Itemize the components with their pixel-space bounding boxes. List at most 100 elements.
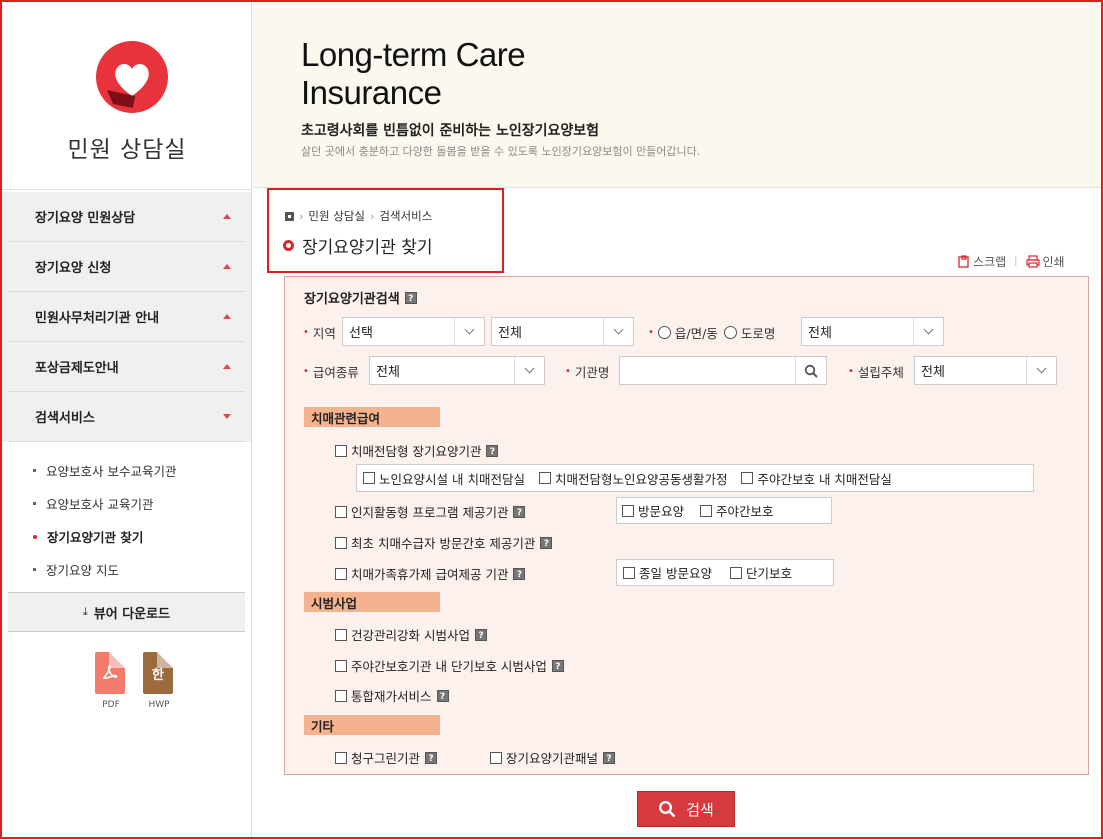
checkbox-nursing-home-dementia[interactable]: 노인요양시설 내 치매전담실 [363, 469, 525, 488]
region-label-text: 지역 [312, 326, 336, 341]
print-button[interactable]: 인쇄 [1025, 253, 1065, 270]
checkbox-box[interactable] [622, 504, 634, 517]
checkbox-first-visit-nursing[interactable]: 최초 치매수급자 방문간호 제공기관? [335, 533, 553, 552]
help-icon[interactable]: ? [551, 659, 564, 672]
banner-title-line2: Insurance [301, 74, 442, 111]
region-select-1[interactable]: 선택 [342, 317, 485, 346]
checkbox-box[interactable] [741, 472, 754, 484]
benefit-select[interactable]: 전체 [369, 356, 545, 385]
section-etc: 기타 [304, 715, 440, 735]
submenu-item-caregiver-training[interactable]: 요양보호사 보수교육기관 [8, 454, 245, 487]
checkbox-box[interactable] [335, 444, 347, 457]
chevron-down-icon [913, 318, 943, 345]
checkbox-label: 주야간보호 내 치매전담실 [757, 471, 892, 487]
pdf-label: PDF [102, 700, 120, 710]
checkbox-cognitive-program[interactable]: 인지활동형 프로그램 제공기관? [335, 502, 526, 521]
checkbox-institution-panel[interactable]: 장기요양기관패널? [490, 748, 616, 767]
checkbox-short-term-care[interactable]: 단기보호 [729, 563, 792, 582]
checkbox-box[interactable] [335, 751, 347, 764]
checkbox-label: 청구그린기관 [351, 751, 421, 766]
founder-select[interactable]: 전체 [914, 356, 1057, 385]
help-icon[interactable]: ? [540, 536, 553, 549]
checkbox-box[interactable] [363, 472, 375, 484]
institution-label-text: 기관명 [574, 365, 610, 380]
checkbox-box[interactable] [538, 472, 551, 484]
sidebar-item-reward-guide[interactable]: 포상금제도안내 [8, 342, 245, 392]
sidebar-item-ltc-consult[interactable]: 장기요양 민원상담 [8, 192, 245, 242]
sidebar-item-ltc-apply[interactable]: 장기요양 신청 [8, 242, 245, 292]
caret-up-icon [223, 314, 231, 319]
sidebar-item-label: 민원사무처리기관 안내 [35, 311, 160, 326]
checkbox-box[interactable] [335, 567, 347, 580]
help-icon[interactable]: ? [513, 505, 526, 518]
viewer-download-button[interactable]: ⤓ 뷰어 다운로드 [8, 592, 245, 632]
submenu-item-caregiver-school[interactable]: 요양보호사 교육기관 [8, 487, 245, 520]
radio-town[interactable] [657, 326, 671, 339]
home-icon[interactable] [285, 211, 294, 221]
checkbox-family-respite[interactable]: 치매가족휴가제 급여제공 기관? [335, 564, 526, 583]
checkbox-box[interactable] [729, 566, 742, 579]
help-icon[interactable]: ? [513, 567, 526, 580]
bullet-icon [33, 502, 36, 505]
checkbox-daycare-dementia[interactable]: 주야간보호 내 치매전담실 [741, 469, 892, 488]
checkbox-day-night-care[interactable]: 주야간보호 [700, 501, 774, 520]
region-select-3[interactable]: 전체 [801, 317, 944, 346]
checkbox-label: 건강관리강화 시범사업 [351, 628, 470, 643]
sidebar-item-office-guide[interactable]: 민원사무처리기관 안내 [8, 292, 245, 342]
institution-name-input[interactable] [619, 356, 827, 385]
checkbox-label: 치매전담형노인요양공동생활가정 [554, 471, 728, 487]
checkbox-group-home-dementia[interactable]: 치매전담형노인요양공동생활가정 [538, 469, 728, 488]
hwp-label: HWP [148, 700, 170, 710]
checkbox-box[interactable] [335, 659, 347, 672]
checkbox-integrated-home-service[interactable]: 통합재가서비스? [335, 686, 449, 705]
dementia-sub-options: 노인요양시설 내 치매전담실 치매전담형노인요양공동생활가정 주야간보호 내 치… [356, 464, 1034, 492]
breadcrumb-item[interactable]: 민원 상담실 [308, 208, 365, 224]
help-icon[interactable]: ? [474, 628, 487, 641]
benefit-label-text: 급여종류 [312, 365, 359, 380]
search-icon[interactable] [795, 357, 826, 384]
banner-subtitle: 초고령사회를 빈틈없이 준비하는 노인장기요양보험 [301, 123, 599, 139]
search-panel: 장기요양기관검색? • 지역 선택 전체 • 읍/면/동 도로명 전체 • 급여종류… [284, 276, 1089, 775]
checkbox-box[interactable] [335, 689, 347, 702]
checkbox-box[interactable] [335, 536, 347, 549]
region-label: • 지역 [303, 323, 336, 342]
respite-options: 종일 방문요양 단기보호 [616, 559, 834, 586]
banner-title-line1: Long-term Care [301, 36, 526, 73]
help-icon[interactable]: ? [404, 291, 417, 304]
founder-label: • 설립주체 [848, 362, 904, 381]
region-select-2[interactable]: 전체 [491, 317, 634, 346]
checkbox-label: 최초 치매수급자 방문간호 제공기관 [351, 536, 536, 551]
help-icon[interactable]: ? [436, 689, 449, 702]
checkbox-health-pilot[interactable]: 건강관리강화 시범사업? [335, 625, 487, 644]
hwp-viewer-link[interactable]: 한 HWP [143, 652, 175, 710]
section-pilot: 시범사업 [304, 592, 440, 612]
breadcrumb-item[interactable]: 검색서비스 [379, 208, 432, 224]
scrap-label: 스크랩 [973, 255, 1007, 269]
search-button[interactable]: 검색 [637, 791, 735, 827]
scrap-button[interactable]: 스크랩 [958, 253, 1006, 270]
divider: | [1014, 256, 1018, 267]
breadcrumb: › 민원 상담실 › 검색서비스 [285, 208, 432, 224]
checkbox-box[interactable] [623, 566, 635, 579]
checkbox-box[interactable] [490, 751, 502, 764]
checkbox-daycare-short-pilot[interactable]: 주야간보호기관 내 단기보호 시범사업? [335, 656, 564, 675]
checkbox-dementia-only[interactable]: 치매전담형 장기요양기관? [335, 441, 499, 460]
help-icon[interactable]: ? [603, 751, 616, 764]
checkbox-label: 방문요양 [638, 504, 685, 519]
help-icon[interactable]: ? [425, 751, 438, 764]
submenu-item-find-institution[interactable]: 장기요양기관 찾기 [8, 520, 245, 553]
checkbox-box[interactable] [335, 505, 347, 518]
scrap-icon [958, 255, 969, 268]
checkbox-label: 종일 방문요양 [639, 566, 712, 581]
checkbox-allday-home-care[interactable]: 종일 방문요양 [623, 563, 712, 582]
checkbox-box[interactable] [335, 628, 347, 641]
caret-up-icon [223, 264, 231, 269]
radio-road[interactable] [723, 326, 737, 339]
checkbox-home-visit-care[interactable]: 방문요양 [622, 501, 684, 520]
checkbox-box[interactable] [700, 504, 713, 517]
sidebar-item-search-service[interactable]: 검색서비스 [8, 392, 245, 442]
submenu-item-ltc-map[interactable]: 장기요양 지도 [8, 553, 245, 586]
pdf-viewer-link[interactable]: PDF [95, 652, 127, 710]
help-icon[interactable]: ? [486, 444, 499, 457]
checkbox-green-institution[interactable]: 청구그린기관? [335, 748, 438, 767]
